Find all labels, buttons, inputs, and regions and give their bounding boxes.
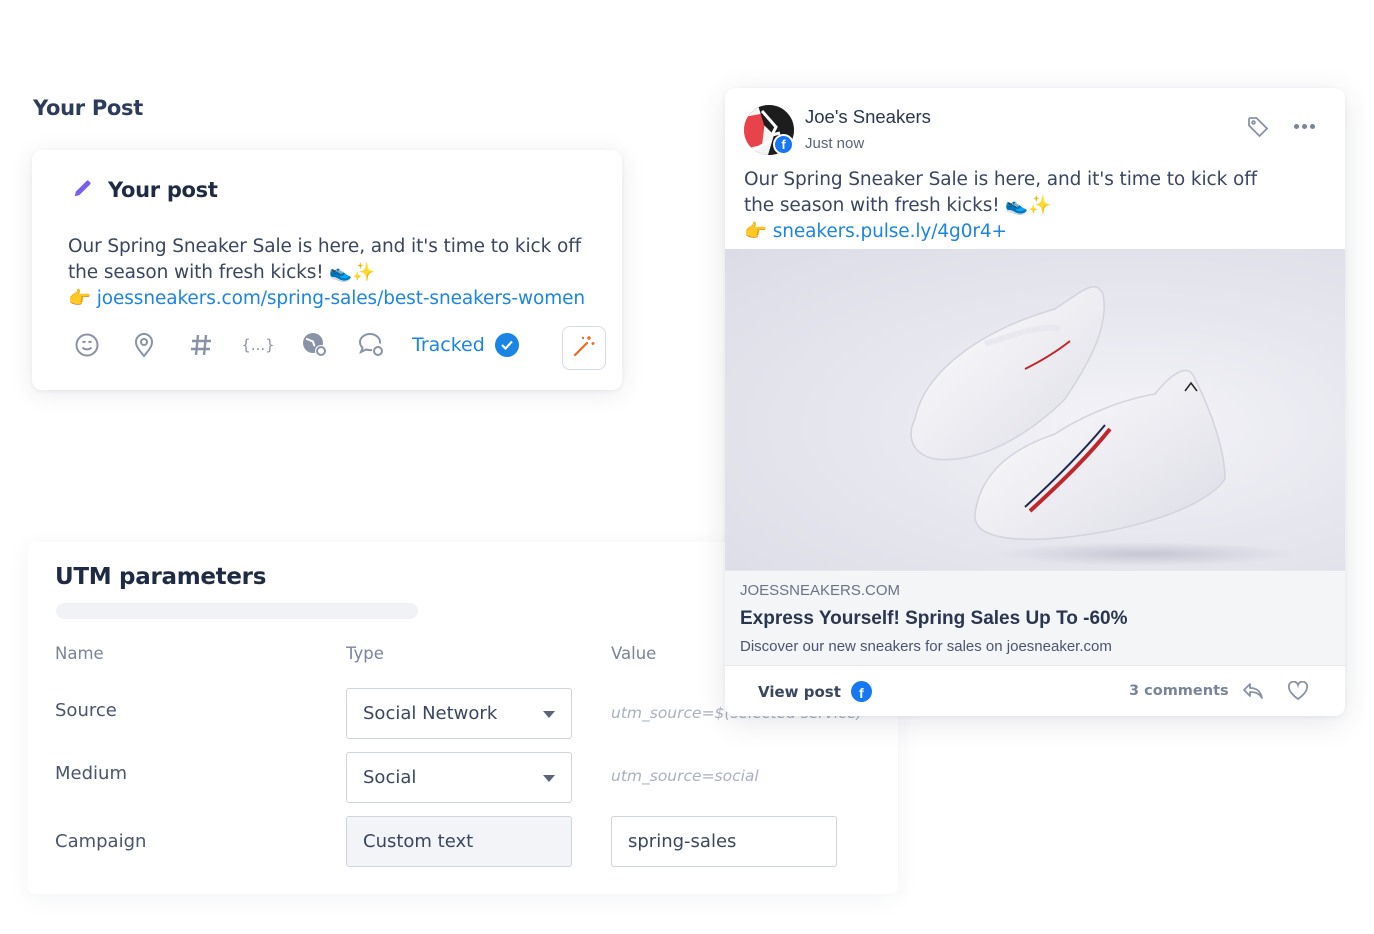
post-composer-card: Your post Our Spring Sneaker Sale is her… <box>32 150 622 390</box>
link-title: Express Yourself! Spring Sales Up To -60… <box>740 608 1128 629</box>
post-text-editor[interactable]: Our Spring Sneaker Sale is here, and it'… <box>68 234 608 312</box>
tag-icon[interactable] <box>1247 116 1269 142</box>
campaign-value-input[interactable]: spring-sales <box>611 816 837 867</box>
location-icon[interactable] <box>129 330 159 360</box>
utm-placeholder-bar <box>56 603 418 619</box>
medium-value-hint: utm_source=social <box>611 767 759 785</box>
medium-type-select[interactable]: Social <box>346 752 572 803</box>
composer-title: Your post <box>108 178 218 202</box>
pencil-icon <box>72 177 94 203</box>
short-link[interactable]: sneakers.pulse.ly/4g0r4+ <box>773 221 1007 242</box>
utm-row-label: Source <box>55 700 117 721</box>
preview-post-text: Our Spring Sneaker Sale is here, and it'… <box>744 169 1258 242</box>
reply-icon[interactable] <box>1242 682 1264 704</box>
caret-down-icon <box>543 711 555 718</box>
pointing-hand-emoji: 👉 <box>744 221 767 242</box>
comments-count[interactable]: 3 comments <box>1129 683 1229 699</box>
facebook-icon: f <box>850 681 872 702</box>
utm-title: UTM parameters <box>55 564 267 590</box>
link-domain: JOESSNEAKERS.COM <box>740 582 901 599</box>
facebook-badge-icon: f <box>773 134 794 155</box>
variables-icon[interactable]: {...} <box>241 330 274 360</box>
campaign-type-field: Custom text <box>346 816 572 867</box>
preview-footer: View post f 3 comments <box>725 666 1345 716</box>
emoji-icon[interactable] <box>72 330 102 360</box>
source-type-select[interactable]: Social Network <box>346 688 572 739</box>
tracked-toggle[interactable]: Tracked <box>412 333 519 357</box>
comment-settings-icon[interactable] <box>357 330 387 360</box>
link-description: Discover our new sneakers for sales on j… <box>740 638 1112 655</box>
hashtag-icon[interactable] <box>186 330 216 360</box>
column-header-value: Value <box>611 644 657 663</box>
post-text-line: the season with fresh kicks! 👟✨ <box>68 262 376 283</box>
globe-settings-icon[interactable] <box>300 330 330 360</box>
composer-header: Your post <box>72 177 218 203</box>
section-title: Your Post <box>33 96 143 120</box>
post-link[interactable]: joessneakers.com/spring-sales/best-sneak… <box>97 288 585 309</box>
more-options-icon[interactable] <box>1294 124 1315 129</box>
utm-row-label: Campaign <box>55 831 147 852</box>
check-circle-icon <box>494 333 519 357</box>
post-timestamp: Just now <box>805 135 865 152</box>
composer-toolbar: {...} Tracked <box>72 330 519 360</box>
link-preview-card[interactable]: JOESSNEAKERS.COM Express Yourself! Sprin… <box>725 570 1345 666</box>
post-text-line: Our Spring Sneaker Sale is here, and it'… <box>68 236 582 257</box>
magic-wand-button[interactable] <box>562 326 606 370</box>
sneakers-image[interactable] <box>725 249 1345 570</box>
view-post-button[interactable]: View post f <box>758 681 872 702</box>
column-header-name: Name <box>55 644 104 663</box>
tracked-label: Tracked <box>412 334 485 356</box>
facebook-post-preview: f Joe's Sneakers Just now Our Spring Sne… <box>725 88 1345 716</box>
caret-down-icon <box>543 775 555 782</box>
pointing-hand-emoji: 👉 <box>68 288 91 309</box>
magic-wand-icon <box>572 334 596 362</box>
heart-icon[interactable] <box>1287 680 1309 705</box>
page-name[interactable]: Joe's Sneakers <box>805 106 931 128</box>
utm-row-label: Medium <box>55 763 127 784</box>
column-header-type: Type <box>346 644 384 663</box>
